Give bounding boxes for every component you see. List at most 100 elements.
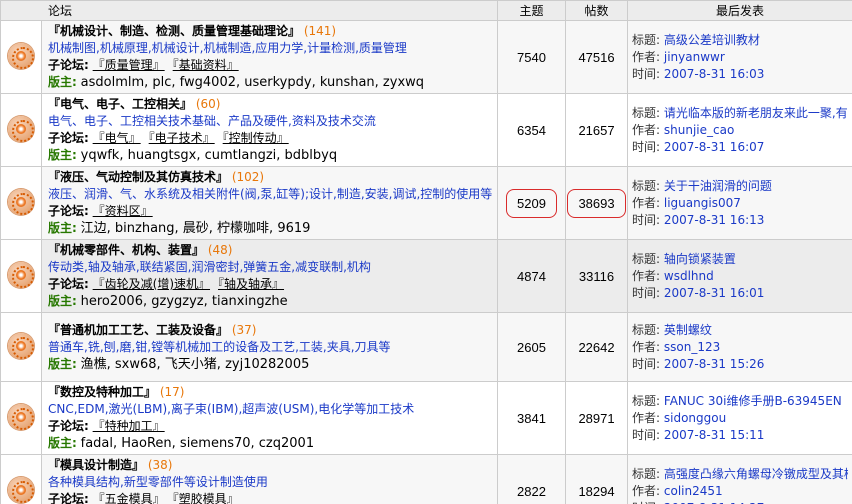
moderators-label: 版主: bbox=[48, 356, 77, 371]
moderators: 版主: hero2006, gzygzyz, tianxingzhe bbox=[48, 293, 493, 310]
forum-status-icon-cell bbox=[0, 93, 42, 167]
topic-count: 2822 bbox=[517, 483, 546, 499]
sub-forums: 子论坛: 『资料区』 bbox=[48, 203, 493, 220]
last-post-title-link[interactable]: FANUC 30i维修手册B-63945EN bbox=[664, 394, 842, 408]
last-post-title-link[interactable]: 高强度凸缘六角螺母冷镦成型及其模 bbox=[664, 467, 848, 481]
last-post-title-link[interactable]: 英制螺纹 bbox=[664, 323, 712, 337]
last-time-label: 时间: bbox=[632, 66, 661, 81]
post-count: 28971 bbox=[578, 410, 615, 426]
moderators-label: 版主: bbox=[48, 148, 77, 162]
header-forum: 论坛 bbox=[0, 0, 499, 21]
last-post-time: 2007-8-31 15:26 bbox=[663, 356, 765, 371]
moderators: 版主: fadal, HaoRen, siemens70, czq2001 bbox=[48, 435, 493, 452]
last-post-author-link[interactable]: sson_123 bbox=[664, 340, 720, 354]
moderator-names[interactable]: hero2006, gzygzyz, tianxingzhe bbox=[81, 294, 288, 309]
last-title-label: 标题: bbox=[632, 178, 661, 193]
moderator-names[interactable]: yqwfk, huangtsgx, cumtlangzi, bdblbyq bbox=[81, 148, 337, 163]
last-post-author-link[interactable]: sidonggou bbox=[664, 411, 726, 425]
last-author-label: 作者: bbox=[632, 410, 661, 425]
post-count-cell: 38693 bbox=[565, 166, 629, 240]
moderators-label: 版主: bbox=[48, 221, 77, 235]
forum-title-link[interactable]: 『液压、气动控制及其仿真技术』 bbox=[48, 170, 228, 184]
table-header: 论坛 主题 帖数 最后发表 bbox=[0, 0, 852, 21]
topic-count-cell: 7540 bbox=[497, 20, 567, 94]
sub-forum-link[interactable]: 『质量管理』 bbox=[93, 58, 165, 72]
sub-forums-label: 子论坛: bbox=[48, 131, 89, 145]
forum-title-link[interactable]: 『电气、电子、工控相关』 bbox=[48, 97, 192, 111]
forum-status-icon bbox=[8, 42, 34, 69]
moderator-names[interactable]: fadal, HaoRen, siemens70, czq2001 bbox=[81, 436, 314, 451]
sub-forum-link[interactable]: 『塑胶模具』 bbox=[173, 492, 239, 504]
sub-forum-link[interactable]: 『资料区』 bbox=[93, 204, 153, 218]
last-post: 标题: 轴向锁紧装置 作者: wsdlhnd 时间: 2007-8-31 16:… bbox=[627, 239, 852, 313]
post-count: 22642 bbox=[578, 339, 615, 355]
today-post-count: (37) bbox=[231, 322, 257, 337]
last-title-label: 标题: bbox=[632, 466, 661, 481]
header-topics: 主题 bbox=[497, 0, 567, 21]
last-time-label: 时间: bbox=[632, 285, 661, 300]
last-post-author-link[interactable]: shunjie_cao bbox=[664, 123, 734, 137]
last-post-title-link[interactable]: 请光临本版的新老朋友来此一聚,有 bbox=[664, 106, 848, 120]
today-post-count: (17) bbox=[159, 385, 185, 399]
forum-status-icon bbox=[8, 476, 34, 503]
moderator-names[interactable]: 江边, binzhang, 晨砂, 柠檬咖啡, 9619 bbox=[81, 221, 311, 236]
moderator-names[interactable]: asdolmlm, plc, fwg4002, userkypdy, kunsh… bbox=[81, 75, 424, 90]
last-title-label: 标题: bbox=[632, 32, 661, 47]
post-count-cell: 18294 bbox=[565, 454, 629, 504]
sub-forum-link[interactable]: 『特种加工』 bbox=[93, 419, 165, 433]
sub-forums: 子论坛: 『质量管理』 『基础资料』 bbox=[48, 57, 493, 74]
forum-title-link[interactable]: 『机械零部件、机构、装置』 bbox=[48, 243, 204, 257]
last-post-author-link[interactable]: jinyanwwr bbox=[664, 50, 725, 64]
sub-forum-link[interactable]: 『控制传动』 bbox=[223, 131, 289, 145]
forum-title-link[interactable]: 『普通机加工工艺、工装及设备』 bbox=[48, 323, 228, 337]
last-author-label: 作者: bbox=[632, 339, 661, 354]
moderators-label: 版主: bbox=[48, 436, 77, 450]
today-post-count: (38) bbox=[147, 458, 173, 472]
post-count-cell: 33116 bbox=[565, 239, 629, 313]
topic-count: 4874 bbox=[517, 268, 546, 284]
sub-forum-link[interactable]: 『五金模具』 bbox=[93, 492, 165, 504]
forum-info: 『普通机加工工艺、工装及设备』 (37) 普通车,铣,刨,磨,钳,镗等机械加工的… bbox=[40, 312, 499, 382]
forum-status-icon-cell bbox=[0, 454, 42, 504]
forum-row: 『液压、气动控制及其仿真技术』 (102) 液压、润滑、气、水系统及相关附件(阀… bbox=[0, 166, 852, 240]
forum-description: 机械制图,机械原理,机械设计,机械制造,应用力学,计量检测,质量管理 bbox=[48, 41, 407, 55]
forum-row: 『电气、电子、工控相关』 (60) 电气、电子、工控相关技术基础、产品及硬件,资… bbox=[0, 93, 852, 167]
forum-status-icon-cell bbox=[0, 239, 42, 313]
last-time-label: 时间: bbox=[632, 356, 661, 371]
sub-forums: 子论坛: 『特种加工』 bbox=[48, 418, 493, 435]
last-post-title-link[interactable]: 高级公差培训教材 bbox=[664, 33, 760, 47]
forum-title-link[interactable]: 『模具设计制造』 bbox=[48, 458, 144, 472]
last-title-label: 标题: bbox=[632, 322, 661, 337]
last-time-label: 时间: bbox=[632, 427, 661, 442]
forum-info: 『数控及特种加工』 (17) CNC,EDM,激光(LBM),离子束(IBM),… bbox=[40, 381, 499, 455]
last-post-author-link[interactable]: liguangis007 bbox=[664, 196, 741, 210]
last-post-author-link[interactable]: colin2451 bbox=[664, 484, 723, 498]
forum-status-icon bbox=[8, 115, 34, 142]
last-post-time: 2007-8-31 16:01 bbox=[663, 285, 765, 300]
last-post-title-link[interactable]: 关于干油润滑的问题 bbox=[664, 179, 772, 193]
header-posts: 帖数 bbox=[565, 0, 629, 21]
sub-forums: 子论坛: 『五金模具』 『塑胶模具』 bbox=[48, 491, 493, 504]
topic-count-cell: 5209 bbox=[497, 166, 567, 240]
sub-forum-link[interactable]: 『基础资料』 bbox=[173, 58, 239, 72]
forum-info: 『机械零部件、机构、装置』 (48) 传动类,轴及轴承,联结紧固,润滑密封,弹簧… bbox=[40, 239, 499, 313]
post-count: 18294 bbox=[578, 483, 615, 499]
forum-title-link[interactable]: 『数控及特种加工』 bbox=[48, 385, 156, 399]
post-count: 33116 bbox=[578, 268, 615, 284]
sub-forum-link[interactable]: 『电气』 bbox=[93, 131, 141, 145]
forum-info: 『电气、电子、工控相关』 (60) 电气、电子、工控相关技术基础、产品及硬件,资… bbox=[40, 93, 499, 167]
moderator-names[interactable]: 渔樵, sxw68, 飞天小猪, zyj10282005 bbox=[81, 357, 310, 372]
sub-forum-link[interactable]: 『齿轮及减(增)速机』 bbox=[93, 277, 210, 291]
sub-forum-link[interactable]: 『电子技术』 bbox=[149, 131, 215, 145]
last-post-author-link[interactable]: wsdlhnd bbox=[664, 269, 714, 283]
forum-status-icon bbox=[8, 261, 34, 288]
header-last-post: 最后发表 bbox=[627, 0, 852, 21]
sub-forum-link[interactable]: 『轴及轴承』 bbox=[218, 277, 284, 291]
forum-title-link[interactable]: 『机械设计、制造、检测、质量管理基础理论』 bbox=[48, 24, 300, 38]
forum-status-icon bbox=[8, 403, 34, 430]
today-post-count: (102) bbox=[231, 170, 265, 184]
last-post-title-link[interactable]: 轴向锁紧装置 bbox=[664, 252, 736, 266]
today-post-count: (60) bbox=[195, 97, 221, 111]
topic-count: 6354 bbox=[517, 122, 546, 138]
sub-forums-label: 子论坛: bbox=[48, 277, 89, 291]
